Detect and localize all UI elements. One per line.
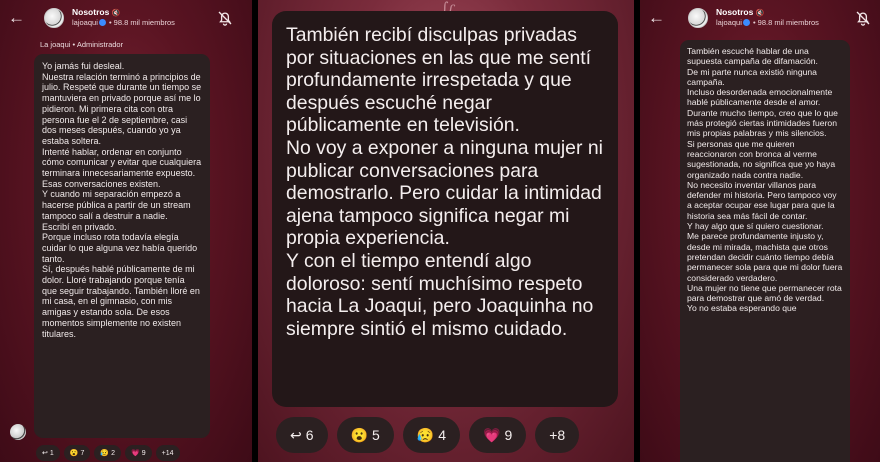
surprised-emoji-icon: 😮 <box>69 450 79 457</box>
heart-emoji-icon: 💗 <box>131 450 140 457</box>
message-bubble[interactable]: Yo jamás fui desleal. Nuestra relación t… <box>34 54 210 438</box>
message-text: Yo jamás fui desleal. Nuestra relación t… <box>42 61 202 339</box>
reaction-sad[interactable]: 😥 2 <box>94 445 122 461</box>
message-text: También escuché hablar de una supuesta c… <box>687 46 843 314</box>
chat-panel-left: ← Nosotros 🔇 lajoaqui • 98.8 mil miembro… <box>0 0 252 462</box>
more-reactions-chip[interactable]: +14 <box>155 445 180 461</box>
message-author: La joaqui • Administrador <box>40 40 124 49</box>
reply-count-chip[interactable]: ↩ 1 <box>36 445 60 461</box>
back-arrow-icon[interactable]: ← <box>648 9 665 26</box>
reaction-surprised[interactable]: 😮 5 <box>336 417 394 453</box>
bell-off-icon[interactable] <box>216 9 234 27</box>
message-text: También recibí disculpas privadas por si… <box>286 24 603 340</box>
chat-panel-right: ← Nosotros 🔇 lajoaqui • 98.8 mil miembro… <box>640 0 880 462</box>
channel-subtitle: lajoaqui • 98.8 mil miembros <box>716 18 819 27</box>
channel-header: ← Nosotros 🔇 lajoaqui • 98.8 mil miembro… <box>0 0 252 36</box>
sad-emoji-icon: 😥 <box>100 450 110 457</box>
reaction-sad[interactable]: 😥 4 <box>402 417 460 453</box>
reaction-heart[interactable]: 💗 9 <box>469 417 527 453</box>
reply-count-chip[interactable]: ↩ 6 <box>276 417 328 453</box>
back-arrow-icon[interactable]: ← <box>8 9 25 26</box>
message-bubble[interactable]: También recibí disculpas privadas por si… <box>272 11 618 407</box>
bell-off-icon[interactable] <box>854 9 872 27</box>
channel-avatar[interactable] <box>44 8 64 28</box>
heart-emoji-icon: 💗 <box>483 426 501 443</box>
reply-arrow-icon: ↩ <box>42 450 48 457</box>
author-avatar[interactable] <box>10 424 26 440</box>
verified-badge-icon <box>98 19 106 26</box>
message-bubble[interactable]: También escuché hablar de una supuesta c… <box>680 40 850 462</box>
channel-header: ← Nosotros 🔇 lajoaqui • 98.8 mil miembro… <box>640 0 880 36</box>
verified-badge-icon <box>742 19 750 26</box>
reply-arrow-icon: ↩ <box>290 426 302 443</box>
channel-avatar[interactable] <box>688 8 708 28</box>
surprised-emoji-icon: 😮 <box>350 426 368 443</box>
reaction-heart[interactable]: 💗 9 <box>125 445 152 461</box>
more-reactions-chip[interactable]: +8 <box>535 417 580 453</box>
chat-panel-middle: ∫ɾ También recibí disculpas privadas por… <box>258 0 634 462</box>
reaction-surprised[interactable]: 😮 7 <box>63 445 91 461</box>
muted-speaker-icon: 🔇 <box>755 10 765 17</box>
sad-emoji-icon: 😥 <box>416 426 435 443</box>
muted-speaker-icon: 🔇 <box>111 10 121 17</box>
reaction-bar: ↩ 6 😮 5 😥 4 💗 9 +8 <box>276 417 580 453</box>
channel-title[interactable]: Nosotros 🔇 <box>72 7 120 17</box>
channel-subtitle: lajoaqui • 98.8 mil miembros <box>72 18 175 27</box>
reaction-bar: ↩ 1 😮 7 😥 2 💗 9 +14 <box>36 445 180 461</box>
channel-title[interactable]: Nosotros 🔇 <box>716 7 764 17</box>
